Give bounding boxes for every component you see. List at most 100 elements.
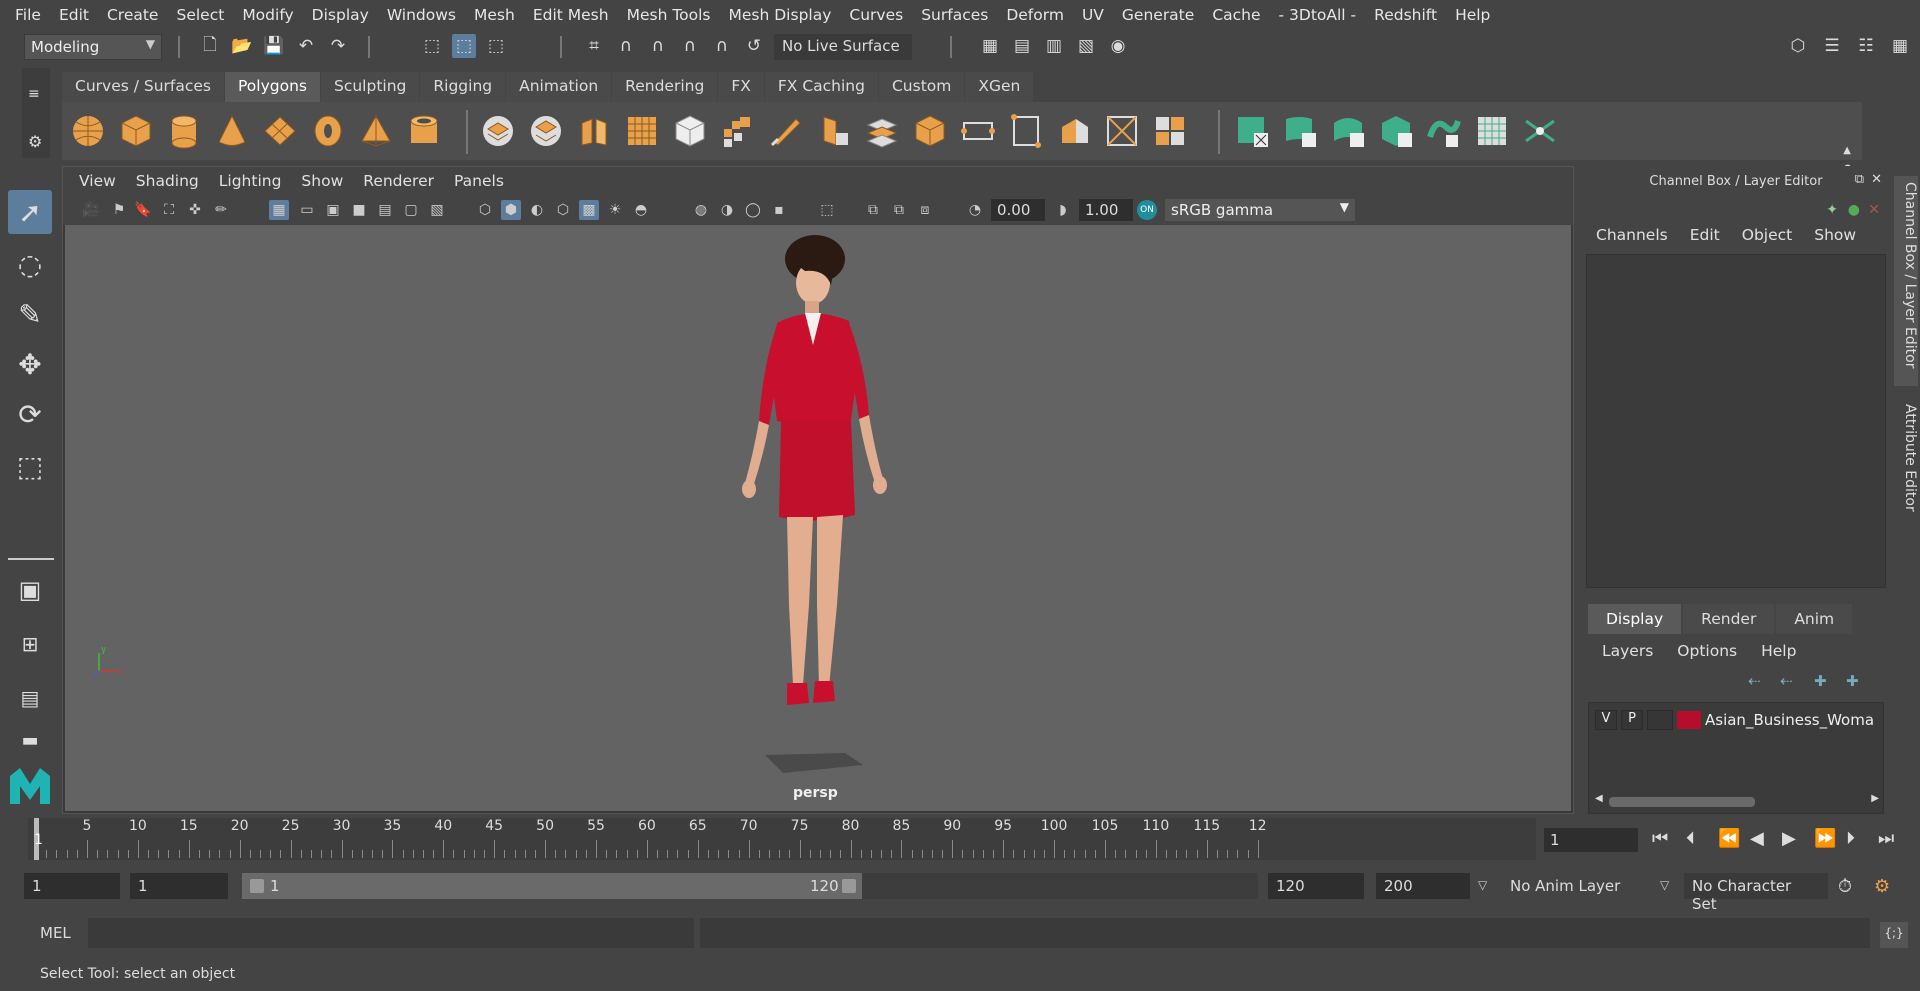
separate-icon[interactable]	[528, 112, 564, 150]
preferences-icon[interactable]: ⚙	[1874, 876, 1890, 897]
tab-fx[interactable]: FX	[718, 72, 764, 102]
channel-box-menu-object[interactable]: Object	[1742, 226, 1792, 244]
safe-title-icon[interactable]: ▧	[427, 200, 447, 220]
move-tool-icon[interactable]: ✥	[8, 342, 52, 386]
channel-box-menu-edit[interactable]: Edit	[1690, 226, 1720, 244]
append-polygon-icon[interactable]	[816, 112, 852, 150]
textured-icon[interactable]: ▩	[579, 200, 599, 220]
motion-blur-icon[interactable]: ◑	[717, 200, 737, 220]
range-start-handle[interactable]	[250, 879, 264, 893]
side-tab-channel-box[interactable]: Channel Box / Layer Editor	[1894, 176, 1918, 386]
current-frame-field[interactable]: 1	[1544, 828, 1638, 852]
poly-cone-icon[interactable]	[214, 112, 250, 150]
channel-box-menu-show[interactable]: Show	[1814, 226, 1856, 244]
menu-display[interactable]: Display	[303, 6, 378, 24]
script-editor-icon[interactable]: {;}	[1880, 922, 1908, 948]
quadrangulate-icon[interactable]	[1152, 112, 1188, 150]
layer-menu-layers[interactable]: Layers	[1602, 642, 1653, 660]
play-backwards-icon[interactable]: ◀	[1750, 828, 1764, 849]
playback-end-field[interactable]: 120	[1268, 873, 1364, 899]
snap-surface-icon[interactable]: ∩	[710, 34, 734, 58]
gamma-field[interactable]: 1.00	[1079, 199, 1133, 221]
grid-icon[interactable]: ▦	[269, 200, 289, 220]
auto-key-icon[interactable]: ⏱	[1838, 876, 1852, 897]
viewport-canvas[interactable]: y x persp	[65, 225, 1571, 811]
menu-file[interactable]: File	[6, 6, 50, 24]
pan-zoom-icon[interactable]: ✜	[185, 200, 205, 220]
channel-box-area[interactable]	[1586, 254, 1886, 588]
ambient-occlusion-icon[interactable]: ◍	[691, 200, 711, 220]
step-forward-key-icon[interactable]: ⏩	[1814, 828, 1836, 849]
gamma-icon[interactable]: ◗	[1053, 200, 1073, 220]
smooth-shade-icon[interactable]: ⬢	[501, 200, 521, 220]
menu-curves[interactable]: Curves	[840, 6, 912, 24]
triangulate-icon[interactable]	[1104, 112, 1140, 150]
four-view-layout-icon[interactable]: ⊞	[8, 622, 52, 666]
tab-anim[interactable]: Anim	[1776, 604, 1853, 634]
color-space-dropdown[interactable]: sRGB gamma ▼	[1165, 199, 1355, 221]
merge-icon[interactable]	[864, 112, 900, 150]
outliner-toggle-icon[interactable]: ☰	[1820, 34, 1844, 58]
tab-curves-surfaces[interactable]: Curves / Surfaces	[62, 72, 225, 102]
depth-of-field-icon[interactable]: ▪	[769, 200, 789, 220]
layer-list-scrollbar[interactable]: ◀ ▶	[1593, 793, 1881, 809]
uv-planar-icon[interactable]	[1234, 112, 1270, 150]
scrollbar-thumb[interactable]	[1609, 797, 1755, 807]
exposure-field[interactable]: 0.00	[991, 199, 1045, 221]
rotate-tool-icon[interactable]: ⟳	[8, 392, 52, 436]
menu-mesh-display[interactable]: Mesh Display	[720, 6, 841, 24]
float-panel-icon[interactable]: ⧉	[1855, 172, 1864, 187]
menu-mesh[interactable]: Mesh	[465, 6, 524, 24]
menu-create[interactable]: Create	[98, 6, 168, 24]
chevron-down-icon[interactable]: ▽	[1478, 878, 1487, 892]
range-slider-bar[interactable]: 1 120	[242, 873, 1258, 899]
menu-uv[interactable]: UV	[1073, 6, 1113, 24]
uv-cut-sew-icon[interactable]	[1522, 112, 1558, 150]
menu-mesh-tools[interactable]: Mesh Tools	[618, 6, 720, 24]
layout-toggle-icon[interactable]: ▬	[8, 718, 52, 762]
resolution-gate-icon[interactable]: ▣	[323, 200, 343, 220]
bookmark-icon[interactable]: 🔖	[133, 200, 153, 220]
tab-sculpting[interactable]: Sculpting	[321, 72, 420, 102]
new-layer-selected-icon[interactable]: ✚	[1846, 672, 1859, 690]
bevel-icon[interactable]	[672, 112, 708, 150]
layer-menu-help[interactable]: Help	[1761, 642, 1796, 660]
menu-3dtoall[interactable]: - 3DtoAll -	[1270, 6, 1366, 24]
viewport-menu-shading[interactable]: Shading	[126, 172, 209, 190]
layer-color-swatch[interactable]	[1677, 711, 1701, 729]
outliner-layout-icon[interactable]: ▤	[8, 676, 52, 720]
snap-view-icon[interactable]: ∩	[678, 34, 702, 58]
default-material-icon[interactable]: ◐	[527, 200, 547, 220]
tab-animation[interactable]: Animation	[506, 72, 612, 102]
uv-unfold-icon[interactable]	[1426, 112, 1462, 150]
color-management-icon[interactable]: ON	[1137, 200, 1157, 220]
channel-box-menu-channels[interactable]: Channels	[1596, 226, 1668, 244]
play-forwards-icon[interactable]: ▶	[1782, 828, 1796, 849]
mirror-icon[interactable]	[960, 112, 996, 150]
layer-visibility-toggle[interactable]: V	[1595, 710, 1617, 730]
menu-help[interactable]: Help	[1446, 6, 1499, 24]
snap-grid-icon[interactable]: ⌗	[582, 34, 606, 58]
field-chart-icon[interactable]: ▤	[375, 200, 395, 220]
animation-end-field[interactable]: 200	[1376, 873, 1470, 899]
viewport-menu-lighting[interactable]: Lighting	[209, 172, 292, 190]
image-plane-icon[interactable]: ⛶	[159, 200, 179, 220]
render-settings-icon[interactable]: ▧	[1074, 34, 1098, 58]
menu-surfaces[interactable]: Surfaces	[912, 6, 997, 24]
new-layer-icon[interactable]: ✚	[1814, 672, 1827, 690]
tab-fx-caching[interactable]: FX Caching	[764, 72, 878, 102]
camera-icon[interactable]: 🎥	[81, 200, 101, 220]
tab-rendering[interactable]: Rendering	[612, 72, 718, 102]
wireframe-icon[interactable]: ⬡	[475, 200, 495, 220]
uv-spherical-icon[interactable]	[1330, 112, 1366, 150]
menu-set-dropdown[interactable]: Modeling ▼	[24, 34, 162, 60]
save-scene-icon[interactable]: 💾	[262, 34, 286, 58]
layer-display-type-toggle[interactable]	[1647, 710, 1673, 730]
anim-layer-dropdown[interactable]: No Anim Layer	[1502, 873, 1666, 899]
tab-display[interactable]: Display	[1588, 604, 1682, 634]
attribute-toggle-icon[interactable]: ☷	[1854, 34, 1878, 58]
film-gate-icon[interactable]: ▭	[297, 200, 317, 220]
exposure-icon[interactable]: ◔	[965, 200, 985, 220]
layer-menu-options[interactable]: Options	[1677, 642, 1737, 660]
layer-playback-toggle[interactable]: P	[1621, 710, 1643, 730]
